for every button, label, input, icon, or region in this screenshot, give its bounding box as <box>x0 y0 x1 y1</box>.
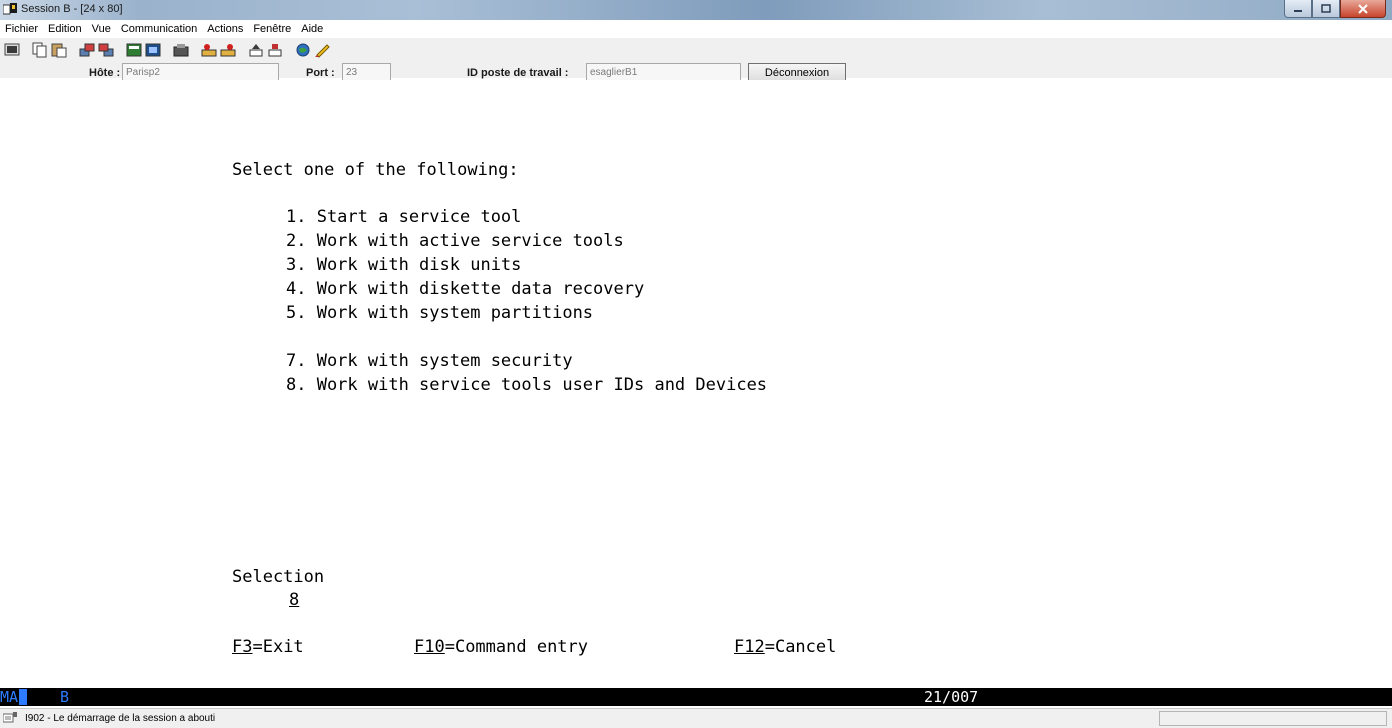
toolbar-icons <box>4 40 333 60</box>
host-field[interactable]: Parisp2 <box>122 63 279 81</box>
maximize-icon <box>1321 4 1331 13</box>
option-3: 3. Work with disk units <box>286 255 522 275</box>
operator-info-area: MA B 21/007 <box>0 688 1392 706</box>
fkey-f12-key: F12 <box>734 637 765 657</box>
fkey-f3-text: =Exit <box>252 637 304 657</box>
host-label: Hôte : <box>89 67 121 79</box>
receive-icon[interactable] <box>98 42 114 58</box>
paste-icon[interactable] <box>51 42 67 58</box>
keyboard-icon[interactable] <box>145 42 161 58</box>
menu-actions[interactable]: Actions <box>202 20 248 38</box>
menu-communication[interactable]: Communication <box>116 20 202 38</box>
toolbar: Hôte : Parisp2 Port : 23 ID poste de tra… <box>0 38 1392 83</box>
workstation-label: ID poste de travail : <box>467 67 569 79</box>
port-field[interactable]: 23 <box>342 63 391 81</box>
copy-icon[interactable] <box>32 42 48 58</box>
menu-bar: Fichier Edition Vue Communication Action… <box>0 20 1392 38</box>
option-4: 4. Work with diskette data recovery <box>286 279 645 299</box>
menu-fenetre[interactable]: Fenêtre <box>248 20 296 38</box>
window-title: Session B - [24 x 80] <box>21 3 123 15</box>
fkey-f10[interactable]: F10=Command entry <box>414 637 588 657</box>
option-8: 8. Work with service tools user IDs and … <box>286 375 768 395</box>
status-bar: I902 - Le démarrage de la session a abou… <box>0 708 1392 728</box>
fkey-f12-text: =Cancel <box>764 637 837 657</box>
play-macro-icon[interactable] <box>220 42 236 58</box>
option-5: 5. Work with system partitions <box>286 303 594 323</box>
close-icon <box>1358 3 1368 14</box>
menu-heading: Select one of the following: <box>232 160 519 180</box>
option-1: 1. Start a service tool <box>286 207 522 227</box>
macro-icon[interactable] <box>173 42 189 58</box>
mode-indicator: MA <box>0 688 19 706</box>
maximize-button[interactable] <box>1312 0 1340 18</box>
cursor-block <box>19 689 27 705</box>
selection-label: Selection <box>232 567 325 587</box>
start-icon[interactable] <box>248 42 264 58</box>
display-icon[interactable] <box>126 42 142 58</box>
send-icon[interactable] <box>79 42 95 58</box>
globe-icon[interactable] <box>295 42 311 58</box>
status-pane <box>1159 711 1387 726</box>
fkey-f3-key: F3 <box>232 637 253 657</box>
minimize-icon <box>1294 9 1302 12</box>
help-icon[interactable] <box>314 42 330 58</box>
fkey-f10-key: F10 <box>414 637 445 657</box>
terminal-session-icon <box>3 3 17 15</box>
fkey-f3[interactable]: F3=Exit <box>232 637 304 657</box>
fkey-f12[interactable]: F12=Cancel <box>734 637 836 657</box>
session-status-icon <box>3 712 17 723</box>
port-label: Port : <box>306 67 335 79</box>
close-button[interactable] <box>1340 0 1386 18</box>
title-bar[interactable]: Session B - [24 x 80] <box>0 0 1392 20</box>
menu-aide[interactable]: Aide <box>296 20 328 38</box>
fkey-f10-text: =Command entry <box>444 637 589 657</box>
status-message: I902 - Le démarrage de la session a abou… <box>25 713 216 724</box>
workstation-field[interactable]: esaglierB1 <box>586 63 741 81</box>
stop-icon[interactable] <box>267 42 283 58</box>
menu-vue[interactable]: Vue <box>87 20 116 38</box>
option-7: 7. Work with system security <box>286 351 573 371</box>
terminal-screen[interactable]: Select one of the following: 1. Start a … <box>0 80 1392 684</box>
option-2: 2. Work with active service tools <box>286 231 624 251</box>
menu-fichier[interactable]: Fichier <box>0 20 43 38</box>
cursor-position: 21/007 <box>924 688 979 706</box>
print-screen-icon[interactable] <box>4 42 20 58</box>
minimize-button[interactable] <box>1284 0 1312 18</box>
window-controls <box>1284 0 1386 18</box>
session-indicator: B <box>60 688 70 706</box>
record-macro-icon[interactable] <box>201 42 217 58</box>
selection-input[interactable]: 8 <box>289 590 299 610</box>
menu-edition[interactable]: Edition <box>43 20 87 38</box>
